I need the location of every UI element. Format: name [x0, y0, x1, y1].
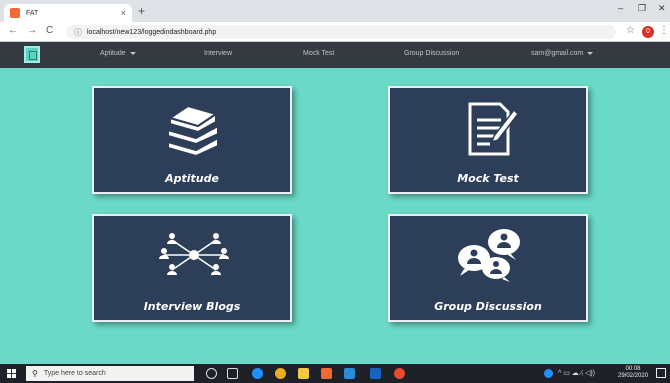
card-group-discussion[interactable]: Group Discussion: [388, 214, 588, 322]
chrome-icon[interactable]: [275, 368, 286, 379]
site-navbar: Aptitude Interview Mock Test Group Discu…: [0, 42, 670, 68]
card-aptitude-label: Aptitude: [165, 172, 219, 185]
site-logo[interactable]: [24, 46, 40, 63]
taskbar-search-input[interactable]: ⚲ Type here to search: [26, 366, 194, 381]
chevron-down-icon: [129, 51, 136, 55]
info-icon[interactable]: ⓘ: [74, 27, 82, 38]
url-text: localhost/new123/loggedindashboard.php: [87, 28, 217, 36]
task-view-icon[interactable]: [227, 368, 238, 379]
system-tray-icons[interactable]: ^ ▭ ☁ ⁄ᵢ ◁)): [558, 369, 595, 377]
card-group-discussion-label: Group Discussion: [434, 300, 542, 313]
address-bar-row: ← → C ⓘ localhost/new123/loggedindashboa…: [0, 22, 670, 42]
url-field[interactable]: ⓘ localhost/new123/loggedindashboard.php: [66, 25, 616, 39]
group-chat-icon: [458, 229, 520, 282]
reload-button[interactable]: C: [46, 25, 53, 36]
browser-tab[interactable]: FAT ×: [4, 4, 132, 22]
network-people-icon: [159, 233, 229, 275]
card-interview-blogs-label: Interview Blogs: [143, 300, 241, 313]
browser-menu-icon[interactable]: ⋮: [659, 25, 669, 36]
windows-start-icon[interactable]: [7, 369, 16, 378]
browser-tab-strip: FAT × + – ❐ ✕: [0, 0, 670, 22]
app-icon[interactable]: [394, 368, 405, 379]
clock-date: 29/02/2020: [618, 373, 649, 379]
taskbar-clock[interactable]: 00:08 29/02/2020: [618, 366, 648, 380]
back-button[interactable]: ←: [8, 25, 18, 36]
search-icon: ⚲: [32, 369, 38, 378]
edge-browser-icon[interactable]: [252, 368, 263, 379]
nav-aptitude-dropdown[interactable]: Aptitude: [100, 50, 136, 57]
document-pencil-icon: [468, 102, 519, 156]
nav-mock-test[interactable]: Mock Test: [303, 50, 334, 57]
bookmark-star-icon[interactable]: ☆: [626, 25, 635, 36]
window-close-button[interactable]: ✕: [658, 3, 666, 14]
windows-taskbar: ⚲ Type here to search ^ ▭ ☁ ⁄ᵢ ◁)) 00:08…: [0, 364, 670, 383]
card-interview-blogs[interactable]: Interview Blogs: [92, 214, 292, 322]
chevron-down-icon: [587, 51, 594, 55]
cortana-icon[interactable]: [206, 368, 217, 379]
store-icon[interactable]: [370, 368, 381, 379]
maximize-button[interactable]: ❐: [638, 3, 646, 14]
notification-icon[interactable]: [656, 368, 666, 378]
clock-time: 00:08: [625, 366, 641, 372]
nav-interview[interactable]: Interview: [204, 50, 232, 57]
profile-avatar[interactable]: 0: [642, 26, 654, 38]
books-icon: [167, 104, 219, 158]
forward-button[interactable]: →: [27, 25, 37, 36]
new-tab-button[interactable]: +: [138, 4, 145, 18]
tab-title: FAT: [26, 9, 39, 17]
card-mock-test-label: Mock Test: [457, 172, 519, 185]
xampp-icon[interactable]: [321, 368, 332, 379]
tab-close-icon[interactable]: ×: [121, 8, 126, 18]
taskbar-search-placeholder: Type here to search: [43, 370, 106, 377]
vscode-icon[interactable]: [344, 368, 355, 379]
file-explorer-icon[interactable]: [298, 368, 309, 379]
favicon-icon: [10, 8, 20, 18]
card-mock-test[interactable]: Mock Test: [388, 86, 588, 194]
card-aptitude[interactable]: Aptitude: [92, 86, 292, 194]
help-icon[interactable]: [544, 369, 553, 378]
nav-aptitude-label: Aptitude: [100, 50, 126, 57]
nav-group-discussion[interactable]: Group Discussion: [404, 50, 459, 57]
user-menu-dropdown[interactable]: sam@gmail.com: [531, 50, 594, 57]
minimize-button[interactable]: –: [618, 3, 623, 13]
user-email: sam@gmail.com: [531, 50, 584, 57]
